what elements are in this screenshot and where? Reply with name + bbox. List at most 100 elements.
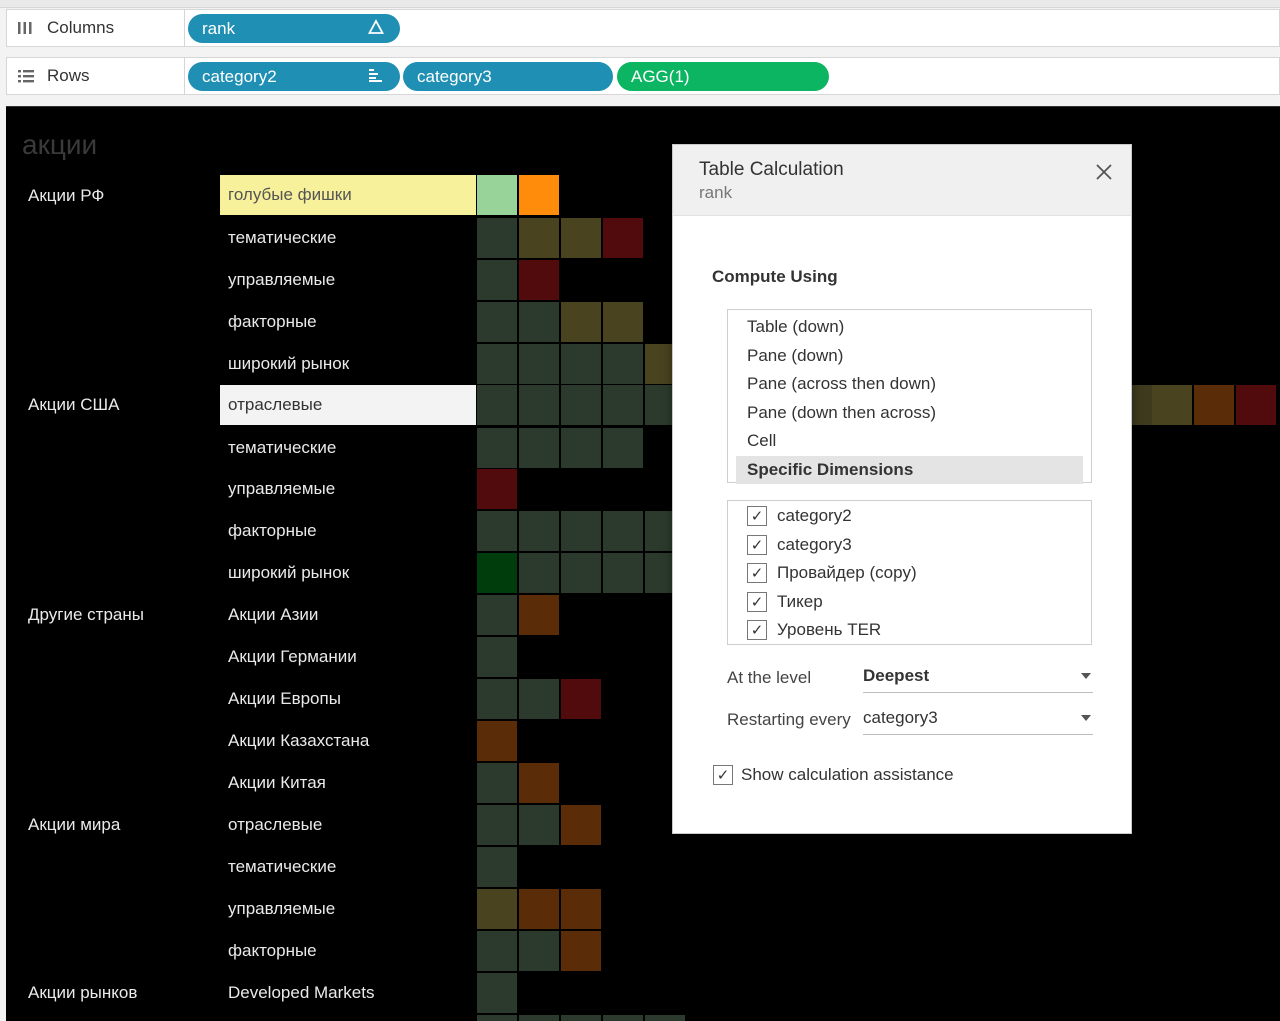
- heatmap-cell[interactable]: [561, 428, 601, 468]
- heatmap-cell[interactable]: [519, 260, 559, 300]
- heatmap-cell[interactable]: [519, 1015, 559, 1021]
- option-pane-down-then-across[interactable]: Pane (down then across): [728, 399, 1091, 428]
- heatmap-cell[interactable]: [519, 763, 559, 803]
- category3-label[interactable]: Акции Китая: [220, 763, 476, 803]
- agg-pill[interactable]: AGG(1): [617, 62, 829, 91]
- category2-label[interactable]: Другие страны: [28, 605, 144, 625]
- heatmap-cell[interactable]: [477, 511, 517, 551]
- rows-shelf[interactable]: Rows category2 category3 AGG(1): [6, 57, 1280, 95]
- dimension-provider[interactable]: ✓ Провайдер (copy): [728, 559, 1091, 588]
- heatmap-cell[interactable]: [603, 385, 643, 425]
- category3-label[interactable]: Акции Азии: [220, 595, 476, 635]
- category2-label[interactable]: Акции рынков: [28, 983, 137, 1003]
- heatmap-cell[interactable]: [519, 553, 559, 593]
- compute-using-list[interactable]: Table (down) Pane (down) Pane (across th…: [727, 309, 1092, 484]
- dimension-category3[interactable]: ✓ category3: [728, 531, 1091, 560]
- heatmap-cell[interactable]: [477, 679, 517, 719]
- heatmap-cell[interactable]: [603, 428, 643, 468]
- heatmap-cell[interactable]: [519, 595, 559, 635]
- category3-label[interactable]: Акции Европы: [220, 679, 476, 719]
- heatmap-cell[interactable]: [603, 511, 643, 551]
- heatmap-cell[interactable]: [477, 385, 517, 425]
- heatmap-cell[interactable]: [561, 931, 601, 971]
- heatmap-cell[interactable]: [477, 1015, 517, 1021]
- heatmap-cell[interactable]: [519, 344, 559, 384]
- heatmap-cell[interactable]: [477, 428, 517, 468]
- heatmap-cell[interactable]: [477, 469, 517, 509]
- heatmap-cell[interactable]: [519, 428, 559, 468]
- heatmap-cell[interactable]: [519, 218, 559, 258]
- category3-pill[interactable]: category3: [403, 62, 613, 91]
- category2-pill[interactable]: category2: [188, 62, 400, 91]
- heatmap-cell[interactable]: [1194, 385, 1234, 425]
- heatmap-cell[interactable]: [561, 511, 601, 551]
- dimension-ter-level[interactable]: ✓ Уровень TER: [728, 616, 1091, 645]
- option-pane-across-then-down[interactable]: Pane (across then down): [728, 370, 1091, 399]
- heatmap-cell[interactable]: [477, 763, 517, 803]
- heatmap-cell[interactable]: [561, 1015, 601, 1021]
- category3-label[interactable]: факторные: [220, 302, 476, 342]
- table-calculation-dialog[interactable]: Table Calculation rank Compute Using Tab…: [672, 144, 1132, 834]
- heatmap-cell[interactable]: [603, 302, 643, 342]
- heatmap-cell[interactable]: [561, 218, 601, 258]
- category3-label[interactable]: отраслевые: [220, 805, 476, 845]
- category2-label[interactable]: Акции РФ: [28, 186, 104, 206]
- heatmap-cell[interactable]: [603, 1015, 643, 1021]
- heatmap-cell[interactable]: [519, 302, 559, 342]
- category3-label[interactable]: управляемые: [220, 469, 476, 509]
- option-cell[interactable]: Cell: [728, 427, 1091, 456]
- heatmap-cell[interactable]: [645, 1015, 685, 1021]
- heatmap-cell[interactable]: [1236, 385, 1276, 425]
- heatmap-cell[interactable]: [519, 889, 559, 929]
- category3-label[interactable]: отраслевые: [220, 385, 476, 425]
- columns-shelf[interactable]: Columns rank: [6, 9, 1280, 47]
- heatmap-cell[interactable]: [477, 931, 517, 971]
- heatmap-cell[interactable]: [477, 847, 517, 887]
- heatmap-cell[interactable]: [477, 721, 517, 761]
- option-specific-dimensions[interactable]: Specific Dimensions: [736, 455, 1083, 484]
- heatmap-cell[interactable]: [477, 553, 517, 593]
- category3-label[interactable]: факторные: [220, 931, 476, 971]
- checkbox-checked[interactable]: ✓: [747, 506, 767, 527]
- heatmap-cell[interactable]: [561, 679, 601, 719]
- heatmap-cell[interactable]: [519, 511, 559, 551]
- category2-label[interactable]: Акции мира: [28, 815, 120, 835]
- heatmap-cell[interactable]: [477, 805, 517, 845]
- heatmap-cell[interactable]: [1152, 385, 1192, 425]
- heatmap-cell[interactable]: [477, 302, 517, 342]
- category3-label[interactable]: голубые фишки: [220, 175, 476, 215]
- category3-label[interactable]: тематические: [220, 428, 476, 468]
- heatmap-cell[interactable]: [519, 175, 559, 215]
- heatmap-cell[interactable]: [603, 344, 643, 384]
- category3-label[interactable]: тематические: [220, 218, 476, 258]
- option-table-down[interactable]: Table (down): [728, 313, 1091, 342]
- option-pane-down[interactable]: Pane (down): [728, 342, 1091, 371]
- heatmap-cell[interactable]: [477, 595, 517, 635]
- heatmap-cell[interactable]: [561, 344, 601, 384]
- heatmap-cell[interactable]: [477, 889, 517, 929]
- category3-label[interactable]: широкий рынок: [220, 344, 476, 384]
- checkbox-checked[interactable]: ✓: [747, 591, 767, 612]
- heatmap-cell[interactable]: [519, 385, 559, 425]
- heatmap-cell[interactable]: [477, 973, 517, 1013]
- dimension-category2[interactable]: ✓ category2: [728, 502, 1091, 531]
- category3-label[interactable]: Акции Казахстана: [220, 721, 476, 761]
- dimension-ticker[interactable]: ✓ Тикер: [728, 588, 1091, 617]
- category3-label[interactable]: Акции Германии: [220, 637, 476, 677]
- heatmap-cell[interactable]: [603, 553, 643, 593]
- heatmap-cell[interactable]: [477, 637, 517, 677]
- show-calculation-assistance[interactable]: ✓ Show calculation assistance: [713, 765, 954, 785]
- dimensions-list[interactable]: ✓ category2 ✓ category3 ✓ Провайдер (cop…: [727, 500, 1092, 645]
- close-icon[interactable]: [1095, 159, 1113, 185]
- category3-label[interactable]: Developed Markets: [220, 973, 476, 1013]
- heatmap-cell[interactable]: [477, 260, 517, 300]
- heatmap-cell[interactable]: [519, 805, 559, 845]
- heatmap-cell[interactable]: [519, 679, 559, 719]
- checkbox-checked[interactable]: ✓: [713, 765, 733, 785]
- heatmap-cell[interactable]: [561, 553, 601, 593]
- category3-label[interactable]: факторные: [220, 511, 476, 551]
- dialog-header[interactable]: Table Calculation rank: [673, 145, 1131, 216]
- heatmap-cell[interactable]: [603, 218, 643, 258]
- category3-label[interactable]: тематические: [220, 847, 476, 887]
- heatmap-cell[interactable]: [477, 218, 517, 258]
